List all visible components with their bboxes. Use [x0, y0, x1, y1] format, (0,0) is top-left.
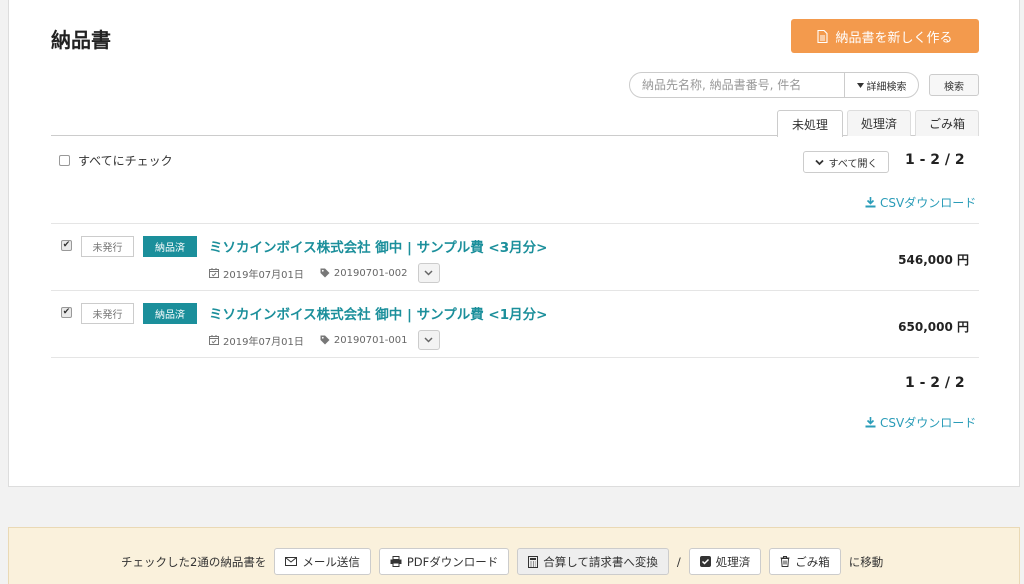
chevron-down-icon	[424, 337, 433, 343]
bulk-action-suffix: に移動	[848, 554, 884, 569]
table-row[interactable]: ✔ 未発行 納品済 ミソカインボイス株式会社 御中 | サンプル費 <1月分> …	[51, 290, 979, 357]
delivery-note-subject-link[interactable]: ミソカインボイス株式会社 御中 | サンプル費 <3月分>	[209, 236, 547, 256]
document-number: 20190701-002	[333, 267, 408, 279]
row-expand-button[interactable]	[417, 330, 440, 350]
tab-unprocessed[interactable]: 未処理	[777, 110, 843, 137]
separator: /	[676, 554, 681, 569]
chevron-down-icon	[424, 270, 433, 276]
delivery-status-badge: 納品済	[143, 303, 197, 324]
check-all-checkbox[interactable]	[59, 155, 70, 166]
send-mail-button[interactable]: メール送信	[274, 548, 371, 575]
new-delivery-note-label: 納品書を新しく作る	[835, 30, 953, 46]
csv-download-label: CSVダウンロード	[880, 196, 977, 210]
tab-processed[interactable]: 処理済	[847, 110, 911, 136]
advanced-search-toggle[interactable]: 詳細検索	[844, 73, 918, 97]
move-to-trash-label: ごみ箱	[795, 554, 830, 569]
amount: 650,000 円	[898, 320, 969, 334]
document-icon	[817, 29, 829, 43]
calendar-icon	[209, 268, 219, 278]
table-row[interactable]: ✔ 未発行 納品済 ミソカインボイス株式会社 御中 | サンプル費 <3月分> …	[51, 223, 979, 290]
move-to-processed-label: 処理済	[715, 554, 751, 569]
expand-all-label: すべて開く	[828, 158, 878, 170]
tag-icon	[320, 268, 330, 278]
tag-icon	[320, 335, 330, 345]
new-delivery-note-button[interactable]: 納品書を新しく作る	[791, 19, 979, 53]
move-to-trash-button[interactable]: ごみ箱	[769, 548, 841, 575]
expand-all-button[interactable]: すべて開く	[803, 151, 889, 173]
bulk-action-prefix: チェックした2通の納品書を	[121, 554, 267, 569]
merge-to-invoice-label: 合算して請求書へ変換	[543, 554, 658, 569]
move-to-processed-button[interactable]: 処理済	[688, 548, 762, 575]
chevron-down-icon	[814, 159, 824, 166]
document-number: 20190701-001	[333, 334, 408, 346]
checkbox-checked-icon	[699, 556, 711, 567]
check-all[interactable]: すべてにチェック	[59, 152, 173, 169]
list-bottom-divider	[51, 357, 979, 358]
delivery-status-badge: 納品済	[143, 236, 197, 257]
trash-icon	[780, 556, 790, 567]
delivery-note-subject-link[interactable]: ミソカインボイス株式会社 御中 | サンプル費 <1月分>	[209, 303, 547, 323]
main-panel: 納品書 納品書を新しく作る 詳細検索 検索 未処理 処理済 ごみ箱 すべてにチェ…	[8, 0, 1020, 487]
csv-download-bottom[interactable]: CSVダウンロード	[865, 414, 976, 431]
pager-bottom: 1 - 2 / 2	[905, 375, 965, 391]
send-mail-label: メール送信	[302, 554, 360, 569]
calculator-icon	[528, 555, 539, 568]
tab-trash[interactable]: ごみ箱	[915, 110, 979, 136]
printer-icon	[390, 556, 402, 567]
delivery-note-meta: 2019年07月01日 20190701-002	[209, 263, 440, 283]
search-box: 詳細検索	[629, 72, 919, 98]
download-icon	[865, 197, 876, 208]
csv-download-top[interactable]: CSVダウンロード	[865, 194, 976, 211]
pdf-download-label: PDFダウンロード	[406, 554, 499, 569]
pdf-download-button[interactable]: PDFダウンロード	[378, 548, 510, 575]
amount: 546,000 円	[898, 253, 969, 267]
calendar-icon	[209, 335, 219, 345]
check-all-label: すべてにチェック	[78, 154, 173, 168]
caret-down-icon	[856, 82, 864, 88]
row-expand-button[interactable]	[417, 263, 440, 283]
row-checkbox[interactable]: ✔	[61, 240, 72, 251]
page-title: 納品書	[51, 28, 111, 52]
download-icon	[865, 417, 876, 428]
search-button[interactable]: 検索	[929, 74, 979, 96]
delivery-note-meta: 2019年07月01日 20190701-001	[209, 330, 440, 350]
advanced-search-label: 詳細検索	[866, 81, 907, 93]
row-checkbox[interactable]: ✔	[61, 307, 72, 318]
search-input[interactable]	[630, 73, 844, 97]
bulk-action-bar: チェックした2通の納品書を メール送信 PDFダウンロード 合算して請求書へ変換…	[8, 527, 1020, 584]
status-tabs: 未処理 処理済 ごみ箱	[51, 108, 979, 137]
merge-to-invoice-button[interactable]: 合算して請求書へ変換	[517, 548, 669, 575]
issue-status-badge: 未発行	[81, 303, 134, 324]
issue-status-badge: 未発行	[81, 236, 134, 257]
pager-top: 1 - 2 / 2	[905, 152, 965, 168]
envelope-icon	[285, 557, 298, 566]
issue-date: 2019年07月01日	[223, 269, 304, 281]
csv-download-label: CSVダウンロード	[880, 416, 977, 430]
issue-date: 2019年07月01日	[223, 336, 304, 348]
